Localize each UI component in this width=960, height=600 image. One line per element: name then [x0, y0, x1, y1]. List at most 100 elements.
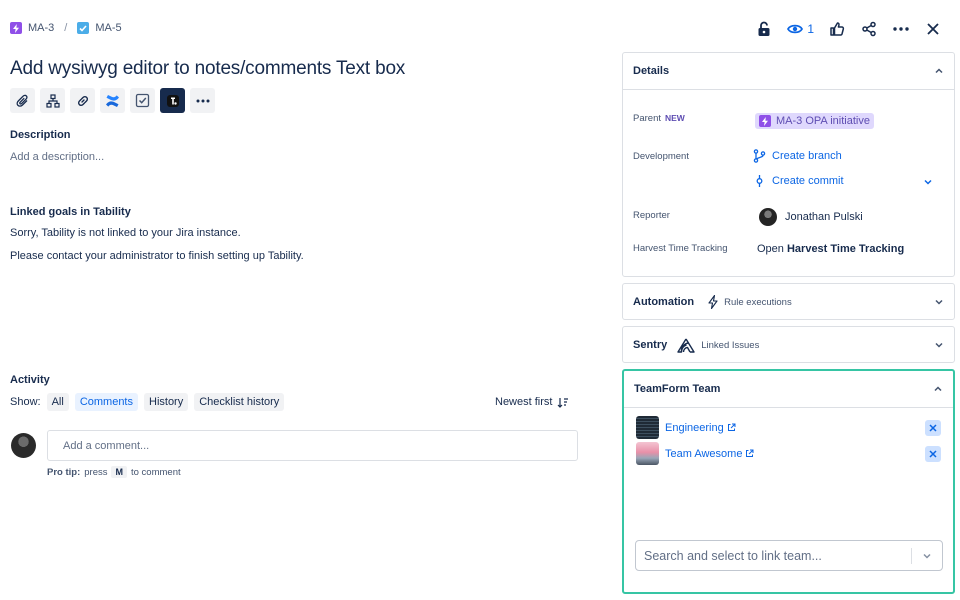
link-issue-button[interactable]: [70, 88, 95, 113]
breadcrumb-current[interactable]: MA-5: [77, 22, 122, 34]
task-icon: [77, 22, 90, 34]
parent-value-text: MA-3 OPA initiative: [776, 115, 870, 127]
activity-filters: Show: All Comments History Checklist his…: [10, 393, 285, 411]
chevron-up-icon: [935, 68, 943, 74]
team-item: Engineering: [636, 416, 941, 439]
breadcrumb-current-key: MA-5: [95, 22, 122, 34]
close-icon: [929, 423, 937, 432]
comment-input[interactable]: Add a comment...: [47, 430, 578, 461]
pro-tip-press: press: [84, 466, 108, 478]
team-search-input[interactable]: Search and select to link team...: [635, 540, 943, 571]
automation-sub: Rule executions: [708, 295, 792, 309]
show-label: Show:: [10, 396, 41, 408]
share-icon[interactable]: [860, 20, 878, 38]
linked-goals-instructions: Please contact your administrator to fin…: [10, 250, 304, 262]
watch-button[interactable]: 1: [787, 22, 814, 36]
chevron-down-icon[interactable]: [920, 549, 934, 563]
teamform-header[interactable]: TeamForm Team: [624, 371, 953, 407]
sentry-header[interactable]: Sentry Linked Issues: [623, 327, 954, 363]
create-commit-label: Create commit: [772, 175, 844, 187]
harvest-link[interactable]: Open Harvest Time Tracking: [757, 243, 904, 255]
details-title: Details: [633, 65, 670, 77]
sentry-sub-label: Linked Issues: [701, 339, 760, 351]
teamform-divider: [624, 407, 953, 408]
automation-header[interactable]: Automation Rule executions: [623, 284, 954, 320]
watch-count: 1: [807, 22, 814, 36]
thumbs-up-icon[interactable]: [828, 20, 846, 38]
lock-icon[interactable]: [755, 20, 773, 38]
pro-tip-suffix: to comment: [130, 466, 181, 478]
epic-icon: [759, 115, 771, 127]
more-icon[interactable]: [892, 20, 910, 38]
filter-all[interactable]: All: [46, 393, 69, 411]
app-icon: [166, 94, 179, 107]
details-header[interactable]: Details: [623, 53, 954, 89]
team-avatar: [636, 442, 659, 465]
commit-icon: [756, 175, 763, 187]
sort-toggle[interactable]: Newest first: [495, 396, 569, 408]
teamform-panel: TeamForm Team Engineering Team Awesome S…: [622, 369, 955, 594]
app-button[interactable]: [160, 88, 185, 113]
filter-history[interactable]: History: [144, 393, 189, 411]
search-divider: [911, 547, 912, 564]
issue-toolbar: [10, 88, 215, 113]
parent-value[interactable]: MA-3 OPA initiative: [755, 113, 874, 129]
more-actions-button[interactable]: [190, 88, 215, 113]
reporter-name: Jonathan Pulski: [785, 211, 863, 223]
team-name: Engineering: [665, 421, 724, 434]
link-icon: [77, 95, 88, 106]
linked-goals-label: Linked goals in Tability: [10, 206, 131, 218]
activity-label: Activity: [10, 374, 50, 386]
breadcrumb-parent-key: MA-3: [28, 22, 55, 34]
team-link-engineering[interactable]: Engineering: [665, 422, 736, 434]
filter-comments[interactable]: Comments: [74, 393, 138, 411]
linked-goals-message: Sorry, Tability is not linked to your Ji…: [10, 227, 241, 239]
sort-label: Newest first: [495, 396, 553, 408]
details-divider: [623, 89, 954, 90]
remove-team-button[interactable]: [925, 445, 941, 462]
pro-tip-key: M: [111, 466, 127, 478]
attachment-icon: [16, 94, 28, 107]
chevron-down-icon[interactable]: [923, 177, 933, 187]
description-label: Description: [10, 129, 71, 141]
branch-icon: [753, 149, 766, 163]
child-issues-icon: [45, 93, 60, 108]
automation-sub-label: Rule executions: [724, 296, 792, 308]
team-link-team-awesome[interactable]: Team Awesome: [665, 448, 754, 460]
chevron-down-icon: [935, 299, 943, 305]
issue-title[interactable]: Add wysiwyg editor to notes/comments Tex…: [10, 58, 405, 80]
team-name: Team Awesome: [665, 447, 743, 460]
create-commit-link[interactable]: Create commit: [753, 174, 844, 188]
lightning-icon: [708, 295, 718, 309]
close-icon[interactable]: [924, 20, 942, 38]
avatar: [11, 433, 36, 458]
confluence-button[interactable]: [100, 88, 125, 113]
create-branch-link[interactable]: Create branch: [753, 149, 842, 163]
reporter-value[interactable]: Jonathan Pulski: [759, 208, 863, 226]
automation-title: Automation: [633, 296, 695, 308]
team-avatar: [636, 416, 659, 439]
development-label: Development: [633, 151, 689, 162]
team-search-placeholder: Search and select to link team...: [644, 548, 822, 563]
attachment-button[interactable]: [10, 88, 35, 113]
close-icon: [929, 449, 937, 458]
sentry-title: Sentry: [633, 339, 668, 351]
reporter-label: Reporter: [633, 210, 670, 221]
avatar: [759, 208, 777, 226]
breadcrumb-parent[interactable]: MA-3: [10, 22, 54, 34]
filter-checklist-history[interactable]: Checklist history: [194, 393, 285, 411]
description-field[interactable]: Add a description...: [10, 151, 104, 163]
sentry-sub: Linked Issues: [677, 338, 759, 353]
chevron-up-icon: [934, 386, 942, 392]
external-link-icon: [746, 449, 754, 457]
sort-icon: [558, 397, 569, 408]
checklist-button[interactable]: [130, 88, 155, 113]
epic-icon: [10, 22, 22, 34]
child-issues-button[interactable]: [40, 88, 65, 113]
new-badge: NEW: [665, 113, 685, 123]
chevron-down-icon: [935, 342, 943, 348]
checklist-icon: [135, 93, 150, 108]
remove-team-button[interactable]: [925, 419, 941, 436]
pro-tip-prefix: Pro tip:: [47, 466, 81, 478]
harvest-prefix: Open: [757, 243, 784, 255]
